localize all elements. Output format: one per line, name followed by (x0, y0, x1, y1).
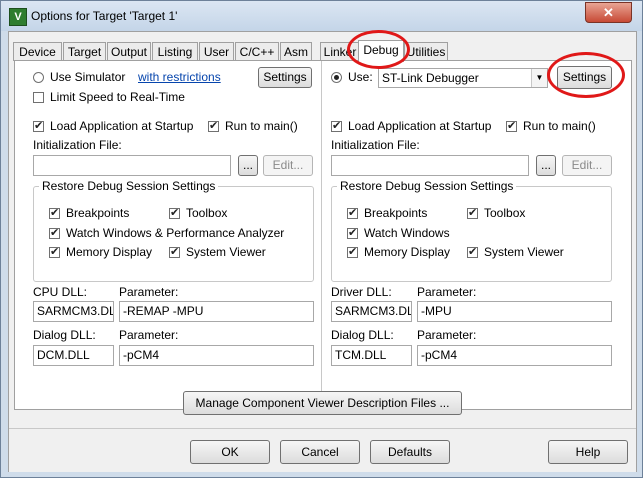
tab-target[interactable]: Target (63, 42, 106, 61)
close-button[interactable]: ✕ (585, 2, 632, 23)
right-watch-windows-checkbox[interactable] (347, 226, 358, 239)
cpu-param-input[interactable]: -REMAP -MPU (119, 301, 314, 322)
cpu-param-label: Parameter: (119, 285, 179, 299)
right-dialog-dll-input[interactable]: TCM.DLL (331, 345, 412, 366)
use-simulator-radio[interactable] (33, 72, 44, 83)
limit-speed-checkbox[interactable] (33, 92, 44, 103)
right-restore-settings-group: Restore Debug Session Settings Breakpoin… (331, 179, 612, 282)
right-watch-windows-label[interactable]: Watch Windows (364, 226, 450, 240)
dialog-footer: OK Cancel Defaults Help (9, 428, 636, 472)
use-simulator-label[interactable]: Use Simulator (50, 70, 125, 84)
init-file-edit-button[interactable]: Edit... (263, 155, 313, 176)
right-dialog-dll-label: Dialog DLL: (331, 328, 394, 342)
right-init-file-input[interactable] (331, 155, 529, 176)
system-viewer-checkbox[interactable] (169, 245, 180, 258)
load-app-label[interactable]: Load Application at Startup (50, 119, 193, 133)
title-bar[interactable]: V Options for Target 'Target 1' ✕ (1, 1, 642, 31)
init-file-label: Initialization File: (33, 138, 122, 152)
right-run-to-main-checkbox[interactable] (506, 119, 517, 132)
right-toolbox-label[interactable]: Toolbox (484, 206, 525, 220)
defaults-button[interactable]: Defaults (370, 440, 450, 464)
run-to-main-checkbox[interactable] (208, 119, 219, 132)
restore-settings-group: Restore Debug Session Settings Breakpoin… (33, 179, 314, 282)
tab-strip: Device Target Output Listing User C/C++ … (9, 40, 636, 62)
debugger-select-value: ST-Link Debugger (382, 71, 479, 85)
init-file-browse-button[interactable]: ... (238, 155, 258, 176)
dialog-param-label: Parameter: (119, 328, 179, 342)
restore-group-title: Restore Debug Session Settings (39, 179, 219, 193)
right-system-viewer-checkbox[interactable] (467, 245, 478, 258)
driver-dll-label: Driver DLL: (331, 285, 392, 299)
with-restrictions-link[interactable]: with restrictions (138, 70, 221, 84)
right-system-viewer-label[interactable]: System Viewer (484, 245, 564, 259)
right-init-file-label: Initialization File: (331, 138, 420, 152)
tab-user[interactable]: User (199, 42, 234, 61)
tab-output[interactable]: Output (107, 42, 151, 61)
watch-windows-checkbox[interactable] (49, 226, 60, 239)
cancel-button[interactable]: Cancel (280, 440, 360, 464)
right-load-app-checkbox[interactable] (331, 119, 342, 132)
driver-param-input[interactable]: -MPU (417, 301, 612, 322)
app-icon: V (9, 8, 27, 26)
debugger-select[interactable]: ST-Link Debugger ▼ (378, 68, 548, 88)
toolbox-label[interactable]: Toolbox (186, 206, 227, 220)
dialog-client: Device Target Output Listing User C/C++ … (8, 31, 637, 472)
right-breakpoints-checkbox[interactable] (347, 206, 358, 219)
driver-dll-input[interactable]: SARMCM3.DLL (331, 301, 412, 322)
run-to-main-label[interactable]: Run to main() (225, 119, 298, 133)
driver-param-label: Parameter: (417, 285, 477, 299)
right-toolbox-checkbox[interactable] (467, 206, 478, 219)
right-load-app-label[interactable]: Load Application at Startup (348, 119, 491, 133)
chevron-down-icon[interactable]: ▼ (531, 69, 547, 87)
breakpoints-label[interactable]: Breakpoints (66, 206, 129, 220)
memory-display-label[interactable]: Memory Display (66, 245, 152, 259)
simulator-settings-button[interactable]: Settings (258, 67, 312, 88)
system-viewer-label[interactable]: System Viewer (186, 245, 266, 259)
tab-linker[interactable]: Linker (320, 42, 360, 61)
cpu-dll-label: CPU DLL: (33, 285, 88, 299)
right-restore-group-title: Restore Debug Session Settings (337, 179, 517, 193)
right-init-file-browse-button[interactable]: ... (536, 155, 556, 176)
tab-utilities[interactable]: Utilities (404, 42, 448, 61)
column-divider (321, 61, 322, 409)
right-breakpoints-label[interactable]: Breakpoints (364, 206, 427, 220)
watch-windows-label[interactable]: Watch Windows & Performance Analyzer (66, 226, 284, 240)
init-file-input[interactable] (33, 155, 231, 176)
debug-panel: Use Simulator with restrictions Settings… (14, 60, 632, 415)
limit-speed-label[interactable]: Limit Speed to Real-Time (50, 90, 185, 104)
right-run-to-main-label[interactable]: Run to main() (523, 119, 596, 133)
cpu-dll-input[interactable]: SARMCM3.DLL (33, 301, 114, 322)
manage-component-viewer-button[interactable]: Manage Component Viewer Description File… (183, 391, 462, 415)
memory-display-checkbox[interactable] (49, 245, 60, 258)
use-debugger-radio[interactable] (331, 72, 342, 83)
help-button[interactable]: Help (548, 440, 628, 464)
options-dialog: V Options for Target 'Target 1' ✕ Device… (0, 0, 643, 478)
right-memory-display-label[interactable]: Memory Display (364, 245, 450, 259)
dialog-dll-label: Dialog DLL: (33, 328, 96, 342)
window-title: Options for Target 'Target 1' (31, 9, 178, 23)
right-dialog-param-label: Parameter: (417, 328, 477, 342)
dialog-dll-input[interactable]: DCM.DLL (33, 345, 114, 366)
debugger-settings-button[interactable]: Settings (557, 66, 612, 89)
ok-button[interactable]: OK (190, 440, 270, 464)
breakpoints-checkbox[interactable] (49, 206, 60, 219)
toolbox-checkbox[interactable] (169, 206, 180, 219)
tab-asm[interactable]: Asm (280, 42, 312, 61)
load-app-checkbox[interactable] (33, 119, 44, 132)
tab-listing[interactable]: Listing (152, 42, 198, 61)
tab-device[interactable]: Device (13, 42, 62, 61)
dialog-param-input[interactable]: -pCM4 (119, 345, 314, 366)
tab-debug[interactable]: Debug (358, 40, 404, 62)
right-memory-display-checkbox[interactable] (347, 245, 358, 258)
right-dialog-param-input[interactable]: -pCM4 (417, 345, 612, 366)
tab-c-cpp[interactable]: C/C++ (235, 42, 279, 61)
right-init-file-edit-button[interactable]: Edit... (562, 155, 612, 176)
use-label[interactable]: Use: (348, 70, 373, 84)
